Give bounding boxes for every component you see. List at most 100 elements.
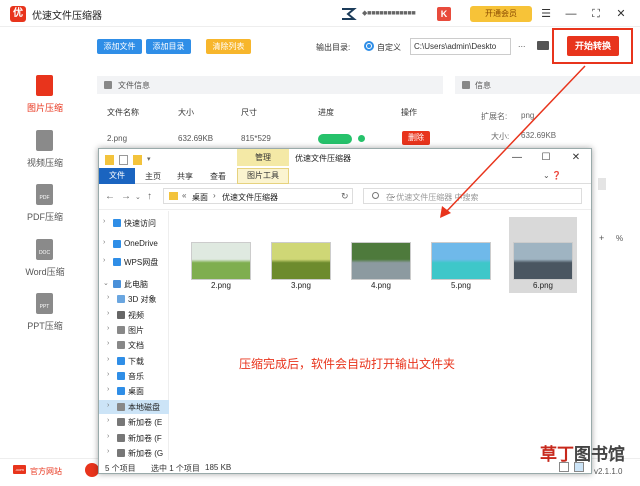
- cloud-icon: [113, 240, 121, 248]
- expand-chevron-icon[interactable]: ›: [107, 294, 109, 301]
- expand-chevron-icon[interactable]: ›: [107, 371, 109, 378]
- folder-icon: [105, 155, 114, 165]
- expand-chevron-icon[interactable]: ›: [103, 257, 105, 264]
- nav-item[interactable]: › 新加卷 (E: [99, 415, 169, 429]
- file-size-cell: 632.69KB: [178, 134, 214, 143]
- add-file-button[interactable]: 添加文件: [97, 39, 142, 54]
- expand-chevron-icon[interactable]: ›: [107, 340, 109, 347]
- image-thumbnail[interactable]: [271, 242, 331, 280]
- nav-item[interactable]: › OneDrive: [99, 237, 169, 251]
- quality-plus-icon[interactable]: +: [599, 233, 604, 243]
- breadcrumb-current[interactable]: 优速文件压缩器: [222, 192, 278, 203]
- watermark: 草丁图书馆: [540, 440, 625, 465]
- maximize-icon[interactable]: ⛶: [588, 6, 604, 22]
- nav-item[interactable]: › 音乐: [99, 369, 169, 383]
- file-name-label[interactable]: 2.png: [191, 281, 251, 290]
- image-thumbnail[interactable]: [351, 242, 411, 280]
- expand-chevron-icon[interactable]: ›: [103, 218, 105, 225]
- manage-tab[interactable]: 管理: [237, 149, 289, 166]
- disk-icon: [117, 418, 125, 426]
- breadcrumb-separator-icon[interactable]: ›: [213, 191, 216, 200]
- explorer-maximize-icon[interactable]: ☐: [539, 152, 553, 164]
- user-avatar-icon[interactable]: [340, 6, 358, 22]
- expand-chevron-icon[interactable]: ›: [107, 310, 109, 317]
- back-arrow-icon[interactable]: ←: [105, 191, 115, 202]
- sidebar-item-word[interactable]: DOC Word压缩: [0, 239, 90, 289]
- expand-chevron-icon[interactable]: ›: [107, 356, 109, 363]
- explorer-close-icon[interactable]: ✕: [569, 152, 583, 164]
- column-header-action: 操作: [401, 108, 417, 117]
- item-count: 5 个项目: [105, 464, 136, 473]
- add-directory-button[interactable]: 添加目录: [146, 39, 191, 54]
- minimize-icon[interactable]: —: [563, 6, 579, 22]
- properties-icon[interactable]: [119, 155, 128, 165]
- recent-dropdown-icon[interactable]: ⌄: [135, 193, 141, 201]
- official-site-link[interactable]: 官方网站: [30, 466, 62, 477]
- breadcrumb-overflow[interactable]: «: [182, 191, 186, 200]
- forward-arrow-icon[interactable]: →: [121, 191, 131, 202]
- ribbon-expand-icon[interactable]: ⌄ ❓: [543, 171, 562, 180]
- menu-icon[interactable]: ☰: [538, 6, 554, 22]
- output-path-input[interactable]: C:\Users\admin\Deskto: [410, 38, 511, 55]
- nav-item[interactable]: › 本地磁盘: [99, 400, 169, 414]
- start-convert-button[interactable]: 开始转换: [567, 36, 619, 56]
- image-thumbnail[interactable]: [513, 242, 573, 280]
- expand-chevron-icon[interactable]: ›: [107, 402, 109, 409]
- expand-chevron-icon[interactable]: ›: [103, 239, 105, 246]
- nav-item[interactable]: › 桌面: [99, 384, 169, 398]
- sidebar-item-label: Word压缩: [25, 267, 65, 277]
- up-arrow-icon[interactable]: ↑: [147, 191, 152, 202]
- file-name-label[interactable]: 3.png: [271, 281, 331, 290]
- expand-chevron-icon[interactable]: ›: [107, 417, 109, 424]
- tab-view[interactable]: 查看: [210, 171, 226, 182]
- nav-item[interactable]: › 文档: [99, 338, 169, 352]
- qat-dropdown-icon[interactable]: ▾: [147, 155, 151, 163]
- image-thumbnail[interactable]: [191, 242, 251, 280]
- open-folder-icon[interactable]: [537, 41, 549, 50]
- tab-file[interactable]: 文件: [99, 168, 135, 184]
- new-folder-icon[interactable]: [133, 155, 142, 165]
- expand-chevron-icon[interactable]: ›: [107, 386, 109, 393]
- success-icon: [358, 135, 365, 142]
- custom-radio[interactable]: [364, 41, 374, 51]
- expand-chevron-icon[interactable]: ›: [107, 448, 109, 455]
- nav-item[interactable]: › 3D 对象: [99, 292, 169, 306]
- nav-item[interactable]: ⌄ 此电脑: [99, 277, 169, 291]
- expand-chevron-icon[interactable]: ⌄: [103, 279, 109, 287]
- clear-list-button[interactable]: 清除列表: [206, 39, 251, 54]
- file-name-label[interactable]: 4.png: [351, 281, 411, 290]
- qq-icon[interactable]: [85, 463, 99, 477]
- breadcrumb-desktop[interactable]: 桌面: [192, 192, 208, 203]
- browse-more-button[interactable]: ...: [518, 39, 526, 49]
- sidebar-item-ppt[interactable]: PPT PPT压缩: [0, 293, 90, 343]
- sidebar-item-image[interactable]: 图片压缩: [0, 75, 90, 125]
- nav-item[interactable]: › 图片: [99, 323, 169, 337]
- close-icon[interactable]: ✕: [613, 6, 629, 22]
- selection-count: 选中 1 个项目: [151, 464, 200, 473]
- nav-item[interactable]: › 快速访问: [99, 216, 169, 230]
- address-bar-row: ← → ⌄ ↑ « 桌面 › 优速文件压缩器 ⌄ ↻ 在 优速文件压缩器 中搜索: [99, 184, 591, 210]
- vip-button[interactable]: 开通会员: [470, 6, 532, 22]
- explorer-minimize-icon[interactable]: —: [510, 152, 524, 164]
- panel-scroll-thumb[interactable]: [598, 178, 606, 190]
- expand-chevron-icon[interactable]: ›: [107, 433, 109, 440]
- expand-chevron-icon[interactable]: ›: [107, 325, 109, 332]
- delete-button[interactable]: 删除: [402, 131, 430, 145]
- tab-picture-tools[interactable]: 图片工具: [237, 168, 289, 184]
- tab-share[interactable]: 共享: [177, 171, 193, 182]
- nav-item[interactable]: › 新加卷 (F: [99, 431, 169, 445]
- sidebar-item-pdf[interactable]: PDF PDF压缩: [0, 184, 90, 234]
- address-bar[interactable]: « 桌面 › 优速文件压缩器 ⌄: [163, 188, 397, 204]
- nav-item[interactable]: › WPS网盘: [99, 255, 169, 269]
- cube-icon: [117, 295, 125, 303]
- file-name-label[interactable]: 5.png: [431, 281, 491, 290]
- image-thumbnail[interactable]: [431, 242, 491, 280]
- nav-item[interactable]: › 新加卷 (G: [99, 446, 169, 460]
- search-input[interactable]: 在 优速文件压缩器 中搜索: [363, 188, 582, 204]
- file-name-label[interactable]: 6.png: [513, 281, 573, 290]
- nav-item[interactable]: › 下载: [99, 354, 169, 368]
- refresh-icon[interactable]: ↻: [341, 191, 349, 202]
- tab-home[interactable]: 主页: [145, 171, 161, 182]
- nav-item[interactable]: › 视频: [99, 308, 169, 322]
- sidebar-item-video[interactable]: 视频压缩: [0, 130, 90, 180]
